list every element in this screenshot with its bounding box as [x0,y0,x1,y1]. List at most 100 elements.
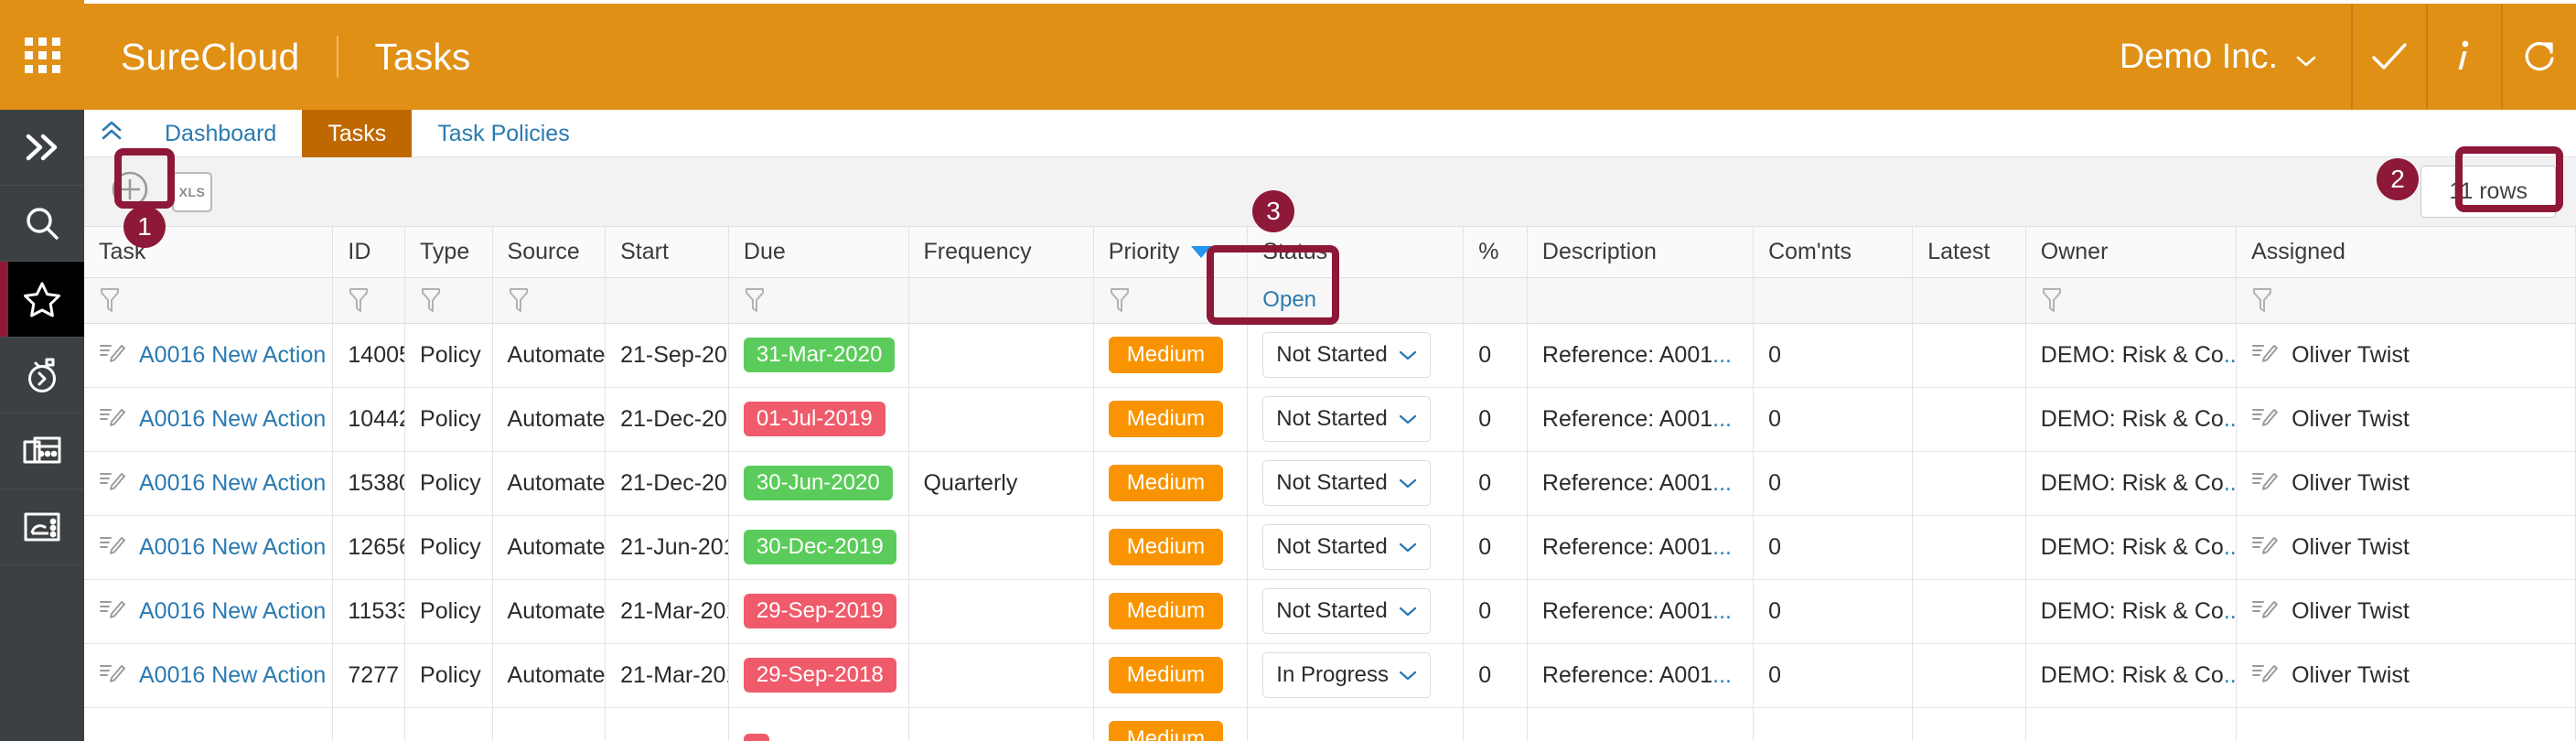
cell-status[interactable]: Not Started [1247,515,1465,580]
column-header-due[interactable]: Due [728,227,909,278]
tab-tasks[interactable]: Tasks [302,110,413,157]
status-filter-link[interactable]: Open [1262,287,1316,312]
sort-descending-icon[interactable] [1190,245,1211,258]
refresh-button[interactable] [2501,4,2576,110]
table-row[interactable]: A0016 New Action10442PolicyAutomated21-D… [84,387,2576,452]
org-selector[interactable]: Demo Inc. [2085,4,2351,110]
cell-task[interactable]: A0016 New Action [84,387,334,452]
column-header-source[interactable]: Source [492,227,606,278]
column-header-latest[interactable]: Latest [1912,227,2026,278]
tab-dashboard[interactable]: Dashboard [139,110,302,157]
filter-funnel-icon[interactable] [1109,286,1233,314]
task-link[interactable]: A0016 New Action [139,342,326,369]
cell-assigned[interactable]: Oliver Twist [2236,387,2576,452]
filter-funnel-icon[interactable] [99,286,317,314]
task-link[interactable]: A0016 New Action [139,662,326,689]
column-header-start[interactable]: Start [605,227,729,278]
cell-percent: 0 [1463,323,1528,388]
column-header-comments[interactable]: Com'nts [1753,227,1914,278]
filter-cell-id[interactable] [332,277,406,324]
task-link[interactable]: A0016 New Action [139,534,326,561]
sidebar-item-favourites[interactable] [0,262,84,338]
cell-assigned[interactable]: Oliver Twist [2236,515,2576,580]
column-header-type-label: Type [420,238,470,264]
table-row[interactable]: A0016 New Action7277PolicyAutomated21-Ma… [84,643,2576,708]
task-link[interactable]: A0016 New Action [139,406,326,433]
cell-assigned[interactable]: Oliver Twist [2236,451,2576,516]
cell-task[interactable]: A0016 New Action [84,643,334,708]
cell-task[interactable] [84,707,334,741]
cell-assigned[interactable] [2236,707,2576,741]
tab-task-policies[interactable]: Task Policies [412,110,596,157]
table-row[interactable]: A0016 New Action12656PolicyAutomated21-J… [84,515,2576,580]
filter-cell-type[interactable] [404,277,493,324]
filter-cell-assigned[interactable] [2236,277,2576,324]
column-header-percent[interactable]: % [1463,227,1528,278]
table-row[interactable]: Medium [84,707,2576,741]
column-header-description[interactable]: Description [1527,227,1755,278]
sidebar-item-expand[interactable] [0,110,84,186]
sidebar-item-applications[interactable] [0,413,84,489]
cell-task[interactable]: A0016 New Action [84,451,334,516]
cell-assigned[interactable]: Oliver Twist [2236,579,2576,644]
status-dropdown[interactable]: Not Started [1262,332,1432,378]
due-date-badge: 30-Jun-2020 [743,466,893,500]
cell-status[interactable]: Not Started [1247,323,1465,388]
rows-count-pill[interactable]: 11 rows [2420,166,2556,218]
info-button[interactable] [2426,4,2501,110]
table-row[interactable]: A0016 New Action11533PolicyAutomated21-M… [84,579,2576,644]
cell-status[interactable]: Not Started [1247,387,1465,452]
filter-cell-due[interactable] [728,277,909,324]
table-row[interactable]: A0016 New Action15380PolicyAutomated21-D… [84,451,2576,516]
filter-cell-status[interactable]: Open [1247,277,1465,324]
export-xls-button[interactable]: XLS [172,171,212,212]
filter-funnel-icon[interactable] [508,286,591,314]
filter-funnel-icon[interactable] [2251,286,2560,314]
confirm-button[interactable] [2351,4,2426,110]
column-header-priority[interactable]: Priority [1093,227,1249,278]
column-header-status[interactable]: Status [1247,227,1465,278]
cell-source: Automated [492,643,606,708]
status-dropdown[interactable]: Not Started [1262,460,1432,506]
task-link[interactable]: A0016 New Action [139,470,326,497]
column-header-status-label: Status [1262,238,1328,264]
status-dropdown[interactable]: In Progress [1262,652,1432,698]
cell-status[interactable] [1247,707,1465,741]
column-header-assigned[interactable]: Assigned [2236,227,2576,278]
cell-due: 29-Sep-2018 [728,643,909,708]
column-header-type[interactable]: Type [404,227,493,278]
filter-cell-comments [1753,277,1914,324]
filter-cell-owner[interactable] [2025,277,2238,324]
cell-assigned[interactable]: Oliver Twist [2236,323,2576,388]
sidebar-item-search[interactable] [0,186,84,262]
apps-grid-button[interactable] [0,0,84,110]
annotation-number-3: 3 [1252,190,1294,232]
column-header-task[interactable]: Task [84,227,334,278]
filter-funnel-icon[interactable] [348,286,390,314]
filter-cell-source[interactable] [492,277,606,324]
cell-priority: Medium [1093,579,1249,644]
sidebar-item-dashboards[interactable] [0,489,84,565]
filter-funnel-icon[interactable] [420,286,478,314]
column-header-owner[interactable]: Owner [2025,227,2238,278]
sidebar-item-recent[interactable] [0,338,84,413]
table-row[interactable]: A0016 New Action14005PolicyAutomated21-S… [84,323,2576,388]
filter-cell-task[interactable] [84,277,334,324]
cell-status[interactable]: Not Started [1247,451,1465,516]
collapse-header-button[interactable] [84,110,139,156]
cell-assigned[interactable]: Oliver Twist [2236,643,2576,708]
filter-cell-priority[interactable] [1093,277,1249,324]
cell-status[interactable]: In Progress [1247,643,1465,708]
status-dropdown[interactable]: Not Started [1262,524,1432,570]
status-dropdown[interactable]: Not Started [1262,588,1432,634]
cell-task[interactable]: A0016 New Action [84,515,334,580]
status-dropdown[interactable]: Not Started [1262,396,1432,442]
column-header-frequency[interactable]: Frequency [908,227,1094,278]
filter-funnel-icon[interactable] [744,286,894,314]
cell-task[interactable]: A0016 New Action [84,323,334,388]
filter-funnel-icon[interactable] [2041,286,2221,314]
cell-task[interactable]: A0016 New Action [84,579,334,644]
task-link[interactable]: A0016 New Action [139,598,326,625]
cell-status[interactable]: Not Started [1247,579,1465,644]
column-header-id[interactable]: ID [332,227,406,278]
